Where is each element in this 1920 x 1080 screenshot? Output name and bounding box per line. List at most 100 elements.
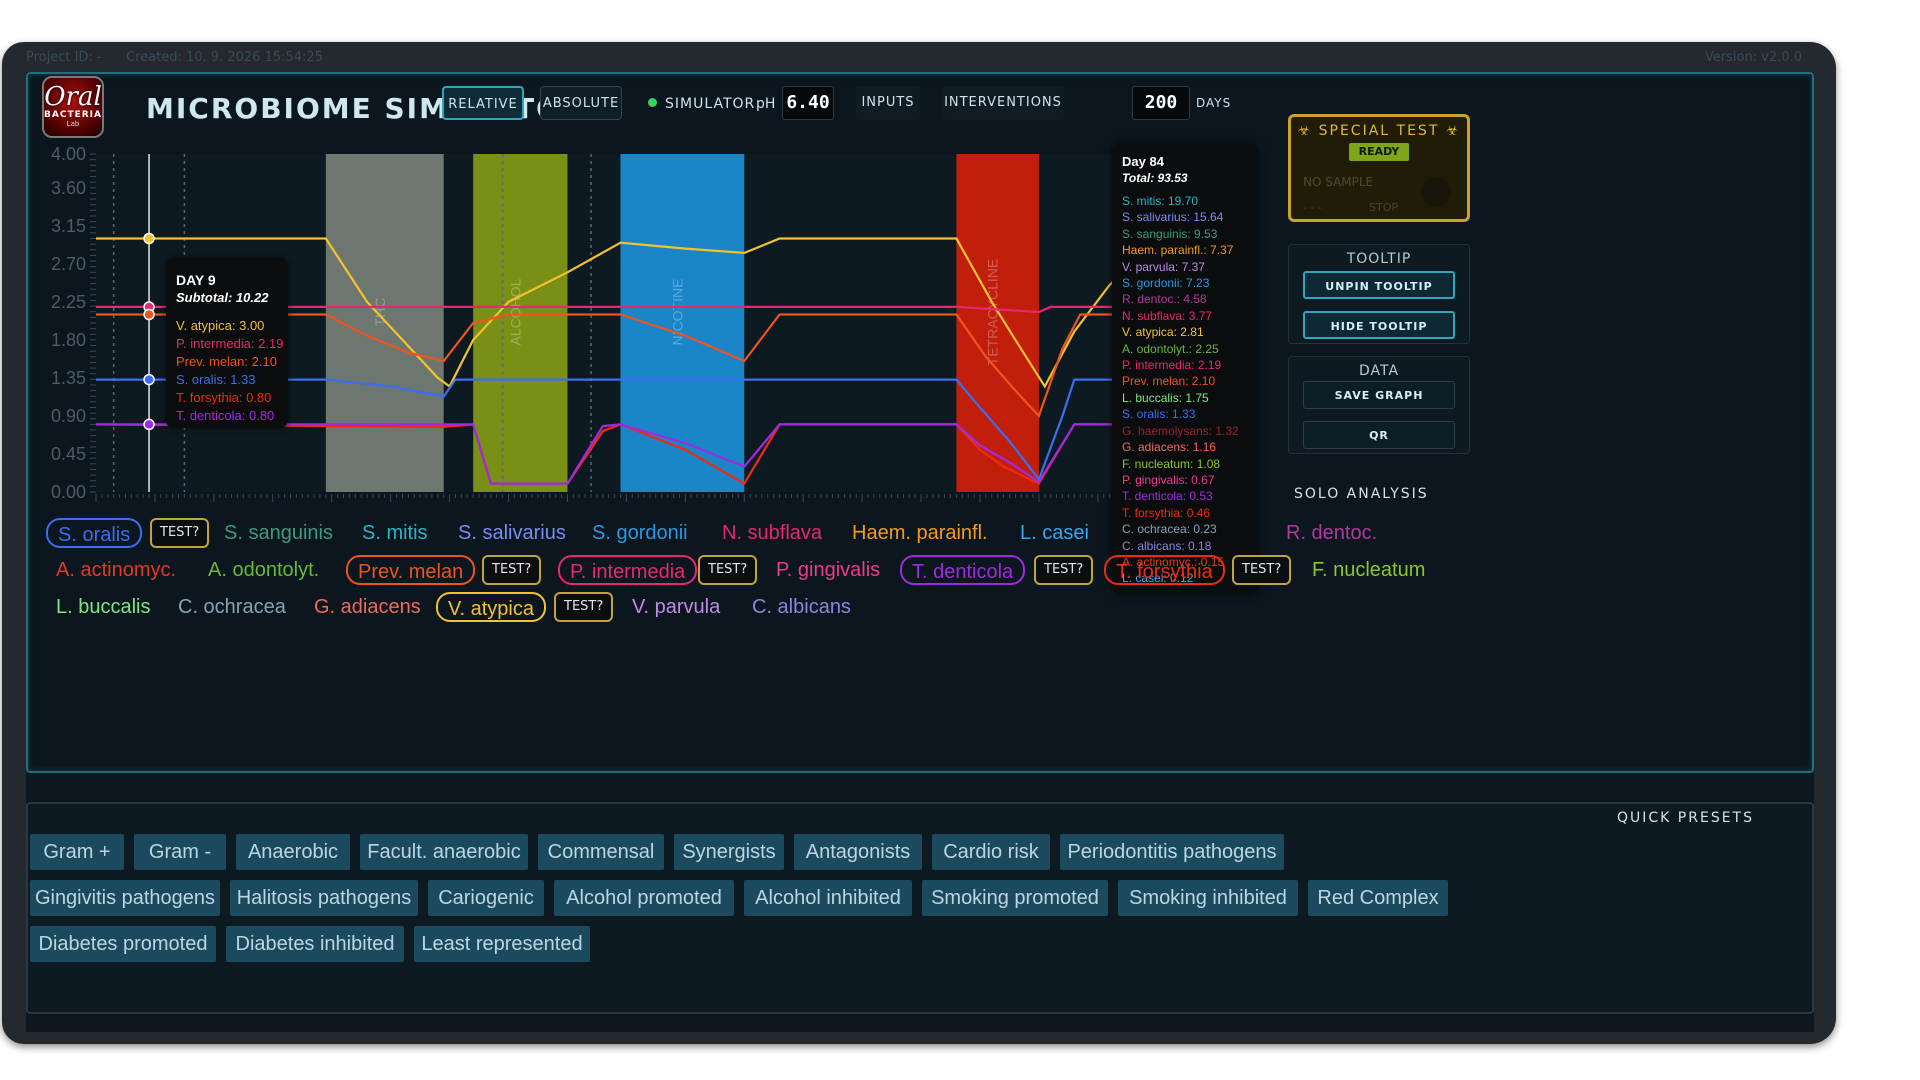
preset-button[interactable]: Anaerobic xyxy=(236,834,350,870)
tooltip-row: S. salivarius: 15.64 xyxy=(1122,210,1224,225)
tooltip-row: V. atypica: 3.00 xyxy=(176,318,265,333)
y-tick-label: 2.25 xyxy=(51,292,86,312)
species-toggle[interactable]: P. gingivalis xyxy=(776,555,880,585)
cursor-point xyxy=(143,373,155,386)
quick-presets-heading: QUICK PRESETS xyxy=(1617,810,1754,826)
species-toggle[interactable]: S. oralis xyxy=(46,518,143,548)
preset-button[interactable]: Diabetes inhibited xyxy=(226,926,404,962)
created-timestamp: Created: 10. 9. 2026 15:54:25 xyxy=(126,50,323,65)
days-input[interactable]: 200 xyxy=(1132,86,1190,120)
preset-button[interactable]: Alcohol inhibited xyxy=(744,880,912,916)
days-label: DAYS xyxy=(1196,96,1232,110)
solo-analysis-label[interactable]: SOLO ANALYSIS xyxy=(1294,486,1429,502)
test-button[interactable]: TEST? xyxy=(482,555,542,585)
test-button[interactable]: TEST? xyxy=(554,592,614,622)
hide-tooltip-button[interactable]: HIDE TOOLTIP xyxy=(1303,311,1455,339)
pinned-tooltip: Day 84 Total: 93.53 S. mitis: 19.70 S. sali… xyxy=(1112,144,1258,594)
tooltip-row: C. ochracea: 0.23 xyxy=(1122,522,1217,537)
species-toggle[interactable]: C. ochracea xyxy=(178,592,286,622)
species-toggle[interactable]: R. dentoc. xyxy=(1286,518,1377,548)
tooltip-controls: TOOLTIP UNPIN TOOLTIP HIDE TOOLTIP xyxy=(1288,244,1470,344)
special-test-knob[interactable] xyxy=(1421,177,1451,207)
special-test-sample: NO SAMPLE xyxy=(1303,175,1374,189)
species-toggle[interactable]: Haem. parainfl. xyxy=(852,518,988,548)
y-tick-label: 1.35 xyxy=(51,368,86,388)
y-tick-label: 0.45 xyxy=(51,444,86,464)
species-toggle[interactable]: G. adiacens xyxy=(314,592,421,622)
preset-button[interactable]: Least represented xyxy=(414,926,590,962)
cursor-point xyxy=(143,308,155,321)
species-toggle[interactable]: F. nucleatum xyxy=(1312,555,1425,585)
species-toggle[interactable]: L. casei xyxy=(1020,518,1089,548)
cursor-tooltip: DAY 9 Subtotal: 10.22 V. atypica: 3.00 P. i… xyxy=(166,258,288,428)
quick-presets-panel: QUICK PRESETS Gram + Gram - Anaerobic Facul… xyxy=(26,802,1814,1014)
preset-button[interactable]: Synergists xyxy=(674,834,784,870)
tooltip-row: R. dentoc.: 4.58 xyxy=(1122,292,1207,307)
tooltip-heading: TOOLTIP xyxy=(1346,251,1412,267)
y-tick-label: 3.60 xyxy=(51,178,86,198)
tooltip-row: S. sanguinis: 9.53 xyxy=(1122,226,1218,241)
test-button[interactable]: TEST? xyxy=(1232,555,1292,585)
tooltip-row: G. adiacens: 1.16 xyxy=(1122,440,1217,455)
species-toggle[interactable]: N. subflava xyxy=(722,518,822,548)
preset-button[interactable]: Halitosis pathogens xyxy=(230,880,418,916)
tooltip-row: F. nucleatum: 1.08 xyxy=(1122,456,1221,471)
preset-button[interactable]: Red Complex xyxy=(1308,880,1448,916)
qr-button[interactable]: QR xyxy=(1303,421,1455,449)
preset-button[interactable]: Smoking inhibited xyxy=(1118,880,1298,916)
species-toggle[interactable]: Prev. melan xyxy=(346,555,476,585)
preset-button[interactable]: Cariogenic xyxy=(428,880,544,916)
preset-button[interactable]: Commensal xyxy=(538,834,664,870)
tooltip-row: G. haemolysans: 1.32 xyxy=(1122,423,1239,438)
species-toggle[interactable]: A. actinomyc. xyxy=(56,555,176,585)
species-toggle[interactable]: T. forsythia xyxy=(1104,555,1225,585)
special-test-minus: - - - xyxy=(1303,201,1322,214)
preset-button[interactable]: Facult. anaerobic xyxy=(360,834,528,870)
tooltip-row: S. oralis: 1.33 xyxy=(1122,407,1196,422)
species-toggle[interactable]: V. parvula xyxy=(632,592,720,622)
preset-button[interactable]: Cardio risk xyxy=(932,834,1050,870)
tooltip-row: L. buccalis: 1.75 xyxy=(1122,390,1209,405)
preset-button[interactable]: Diabetes promoted xyxy=(30,926,216,962)
y-tick-label: 0.00 xyxy=(51,482,86,502)
special-test-panel: ☣ SPECIAL TEST ☣ READY NO SAMPLE - - - S… xyxy=(1288,114,1470,222)
project-id: Project ID: - xyxy=(26,50,102,65)
test-button[interactable]: TEST? xyxy=(150,518,210,548)
species-toggle[interactable]: P. intermedia xyxy=(558,555,698,585)
preset-button[interactable]: Periodontitis pathogens xyxy=(1060,834,1284,870)
y-tick-label: 2.70 xyxy=(51,254,86,274)
special-test-stop-button[interactable]: STOP xyxy=(1369,201,1398,214)
species-toggle[interactable]: S. gordonii xyxy=(592,518,688,548)
test-button[interactable]: TEST? xyxy=(1034,555,1094,585)
preset-button[interactable]: Antagonists xyxy=(794,834,922,870)
species-toggle[interactable]: A. odontolyt. xyxy=(208,555,319,585)
preset-button[interactable]: Smoking promoted xyxy=(922,880,1108,916)
preset-button[interactable]: Gram + xyxy=(30,834,124,870)
species-toggle[interactable]: L. buccalis xyxy=(56,592,151,622)
tooltip-row: N. subflava: 3.77 xyxy=(1122,308,1213,323)
preset-button[interactable]: Gingivitis pathogens xyxy=(30,880,220,916)
tooltip-row: S. gordonii: 7.23 xyxy=(1122,276,1210,291)
data-controls: DATA SAVE GRAPH QR xyxy=(1288,356,1470,454)
tooltip-title: DAY 9 xyxy=(176,272,216,288)
species-toggle[interactable]: C. albicans xyxy=(752,592,851,622)
app-screen: Oral BACTERIA Lab MICROBIOME SIMULATOR R… xyxy=(26,72,1814,1032)
species-toggle[interactable]: S. mitis xyxy=(362,518,428,548)
tooltip-row: A. odontolyt.: 2.25 xyxy=(1122,341,1219,356)
species-toggle[interactable]: T. denticola xyxy=(900,555,1026,585)
cursor-point xyxy=(143,418,155,431)
y-tick-label: 1.80 xyxy=(51,330,86,350)
tooltip-row: S. mitis: 19.70 xyxy=(1122,194,1199,208)
special-test-title: ☣ SPECIAL TEST ☣ xyxy=(1297,123,1461,139)
tooltip-row: V. parvula: 7.37 xyxy=(1122,259,1205,274)
species-toggle[interactable]: S. salivarius xyxy=(458,518,566,548)
tooltip-row: S. oralis: 1.33 xyxy=(176,372,256,387)
save-graph-button[interactable]: SAVE GRAPH xyxy=(1303,381,1455,409)
species-toggle[interactable]: S. sanguinis xyxy=(224,518,333,548)
preset-button[interactable]: Gram - xyxy=(134,834,226,870)
species-toggle[interactable]: V. atypica xyxy=(436,592,546,622)
preset-button[interactable]: Alcohol promoted xyxy=(554,880,734,916)
unpin-tooltip-button[interactable]: UNPIN TOOLTIP xyxy=(1303,271,1455,299)
test-button[interactable]: TEST? xyxy=(698,555,758,585)
special-test-status-badge: READY xyxy=(1349,143,1409,161)
